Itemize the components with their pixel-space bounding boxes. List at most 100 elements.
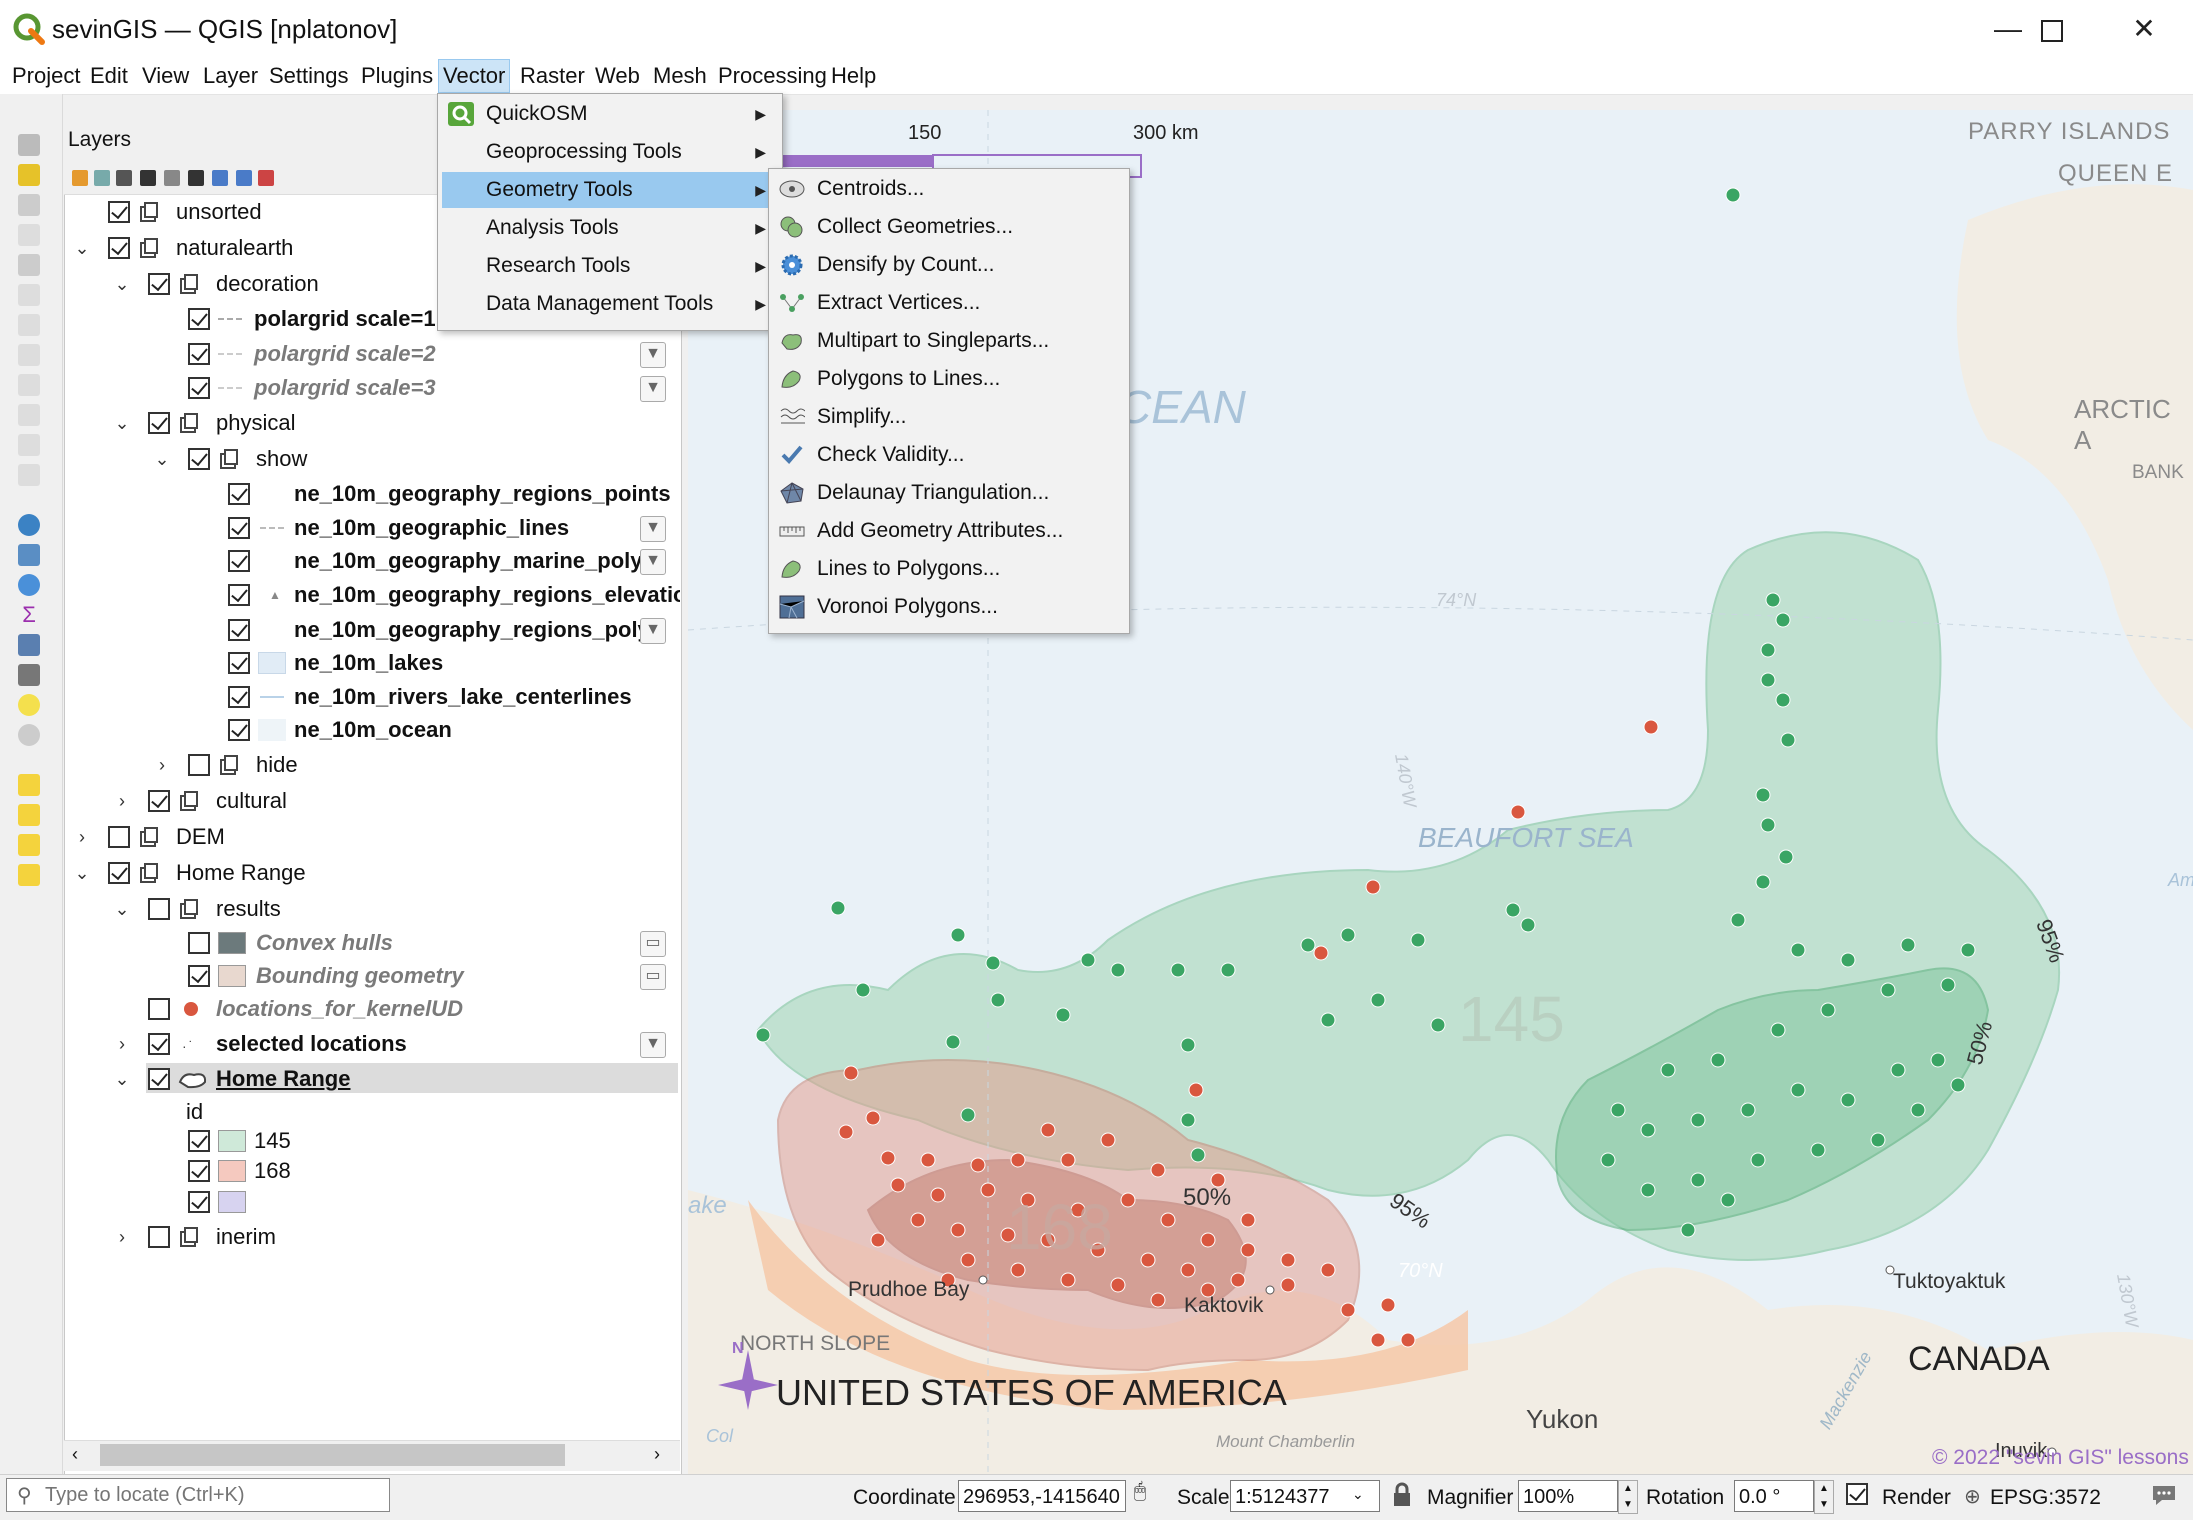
class-checkbox[interactable] [188,1160,210,1182]
zoom-tool-icon[interactable] [18,724,40,746]
layer-row-home-range-group[interactable]: ⌄ Home Range [64,858,680,888]
statistics-icon[interactable]: Σ [18,604,40,626]
menu-help[interactable]: Help [827,60,880,92]
lock-icon[interactable] [1392,1482,1412,1508]
menu-raster[interactable]: Raster [516,60,589,92]
memory-layer-icon[interactable]: ▭ [640,964,666,990]
layer-row-polargrid-2[interactable]: polargrid scale=2 ▼ [64,339,680,369]
modify-attributes-icon[interactable] [18,284,40,306]
undo-icon[interactable] [18,434,40,456]
render-checkbox[interactable] [1846,1483,1868,1505]
layer-checkbox[interactable] [228,584,250,606]
menu-mesh[interactable]: Mesh [649,60,711,92]
layer-checkbox[interactable] [228,719,250,741]
menu-item-geoprocessing[interactable]: Geoprocessing Tools ▶ [442,134,778,170]
layer-row-regions-polys[interactable]: ne_10m_geography_regions_polys [64,615,640,645]
menu-edit[interactable]: Edit [86,60,132,92]
layer-row-home-range[interactable]: ⌄ Home Range [64,1064,680,1094]
layer-checkbox[interactable] [228,483,250,505]
rotation-spinner[interactable]: ▲ ▼ [1814,1480,1834,1514]
menu-plugins[interactable]: Plugins [357,60,437,92]
chevron-right-icon[interactable]: › [112,1029,132,1059]
layer-checkbox[interactable] [188,308,210,330]
layer-row-show[interactable]: ⌄ show [64,444,680,474]
layer-row-selected-locations[interactable]: › ·˙ selected locations ▼ [64,1029,680,1059]
chevron-down-icon[interactable]: ⌄ [112,1064,132,1094]
chevron-right-icon[interactable]: › [112,786,132,816]
select-features-icon[interactable] [18,774,40,796]
layer-checkbox[interactable] [108,862,130,884]
chevron-down-icon[interactable]: ⌄ [72,858,92,888]
layer-checkbox[interactable] [148,412,170,434]
layer-checkbox[interactable] [188,377,210,399]
layer-row-elevation-points[interactable]: ▲ ne_10m_geography_regions_elevation_poi… [64,580,680,610]
menu-item-voronoi[interactable]: Voronoi Polygons... [773,589,1125,625]
menu-project[interactable]: Project [8,60,84,92]
menu-item-extract-vertices[interactable]: Extract Vertices... [773,285,1125,321]
mouse-coord-icon[interactable]: 🖱 [1134,1480,1162,1510]
rotation-field[interactable]: 0.0 ° [1734,1480,1814,1512]
layer-checkbox[interactable] [108,826,130,848]
magnifier-field[interactable]: 100% [1518,1480,1618,1512]
layer-row-ocean[interactable]: ne_10m_ocean [64,715,680,745]
locator-box[interactable]: ⚲ [6,1478,390,1512]
copy-features-icon[interactable] [18,374,40,396]
chevron-right-icon[interactable]: › [152,750,172,780]
select-by-value-icon[interactable] [18,804,40,826]
layer-row-marine-poly[interactable]: ne_10m_geography_marine_poly [64,546,640,576]
remove-layer-icon[interactable] [258,170,274,186]
menu-vector[interactable]: Vector [438,59,511,93]
layer-checkbox[interactable] [148,1226,170,1248]
menu-item-data-management[interactable]: Data Management Tools ▶ [442,286,778,322]
menu-item-simplify[interactable]: Simplify... [773,399,1125,435]
menu-processing[interactable]: Processing [714,60,831,92]
toggle-edit-icon[interactable] [18,164,40,186]
layer-checkbox[interactable] [148,1068,170,1090]
layer-row-hide[interactable]: › hide [64,750,680,780]
layer-checkbox[interactable] [148,998,170,1020]
filter-icon[interactable]: ▼ [640,1032,666,1058]
filter-icon[interactable]: ▼ [640,516,666,542]
add-feature-icon[interactable] [18,224,40,246]
deselect-icon[interactable] [18,834,40,856]
map-tips-icon[interactable] [18,694,40,716]
select-by-location-icon[interactable] [18,864,40,886]
memory-layer-icon[interactable]: ▭ [640,931,666,957]
layer-row-polargrid-3[interactable]: polargrid scale=3 ▼ [64,373,680,403]
locator-input[interactable] [43,1481,377,1509]
paste-features-icon[interactable] [18,404,40,426]
layer-checkbox[interactable] [108,201,130,223]
menu-item-check-validity[interactable]: Check Validity... [773,437,1125,473]
maximize-button[interactable] [2022,8,2082,50]
scroll-left-icon[interactable]: ‹ [72,1444,78,1465]
processing-toolbox-icon[interactable] [18,574,40,596]
coordinate-field[interactable]: 296953,-1415640 [958,1480,1126,1512]
layer-row-results[interactable]: ⌄ results [64,894,680,924]
menu-item-quickosm[interactable]: QuickOSM ▶ [442,96,778,132]
magnifier-spinner[interactable]: ▲ ▼ [1618,1480,1638,1514]
filter-legend-icon[interactable] [140,170,156,186]
filter-icon[interactable]: ▼ [640,549,666,575]
menu-item-add-geometry-attributes[interactable]: Add Geometry Attributes... [773,513,1125,549]
menu-settings[interactable]: Settings [265,60,353,92]
layer-row-physical[interactable]: ⌄ physical [64,408,680,438]
crs-label[interactable]: EPSG:3572 [1990,1486,2101,1510]
layer-checkbox[interactable] [188,448,210,470]
move-layer-icon[interactable] [236,170,252,186]
menu-item-geometry-tools[interactable]: Geometry Tools ▶ [442,172,778,208]
chevron-down-icon[interactable]: ⌄ [1352,1486,1364,1503]
collapse-all-icon[interactable] [212,170,228,186]
layer-row-bounding-geometry[interactable]: Bounding geometry ▭ [64,961,680,991]
open-table-icon[interactable] [18,634,40,656]
scroll-right-icon[interactable]: › [654,1444,660,1465]
menu-item-delaunay[interactable]: Delaunay Triangulation... [773,475,1125,511]
menu-layer[interactable]: Layer [199,60,262,92]
layer-checkbox[interactable] [148,1033,170,1055]
expand-all-icon[interactable] [188,170,204,186]
class-checkbox[interactable] [188,1191,210,1213]
menu-item-densify[interactable]: Densify by Count... [773,247,1125,283]
redo-icon[interactable] [18,464,40,486]
layer-checkbox[interactable] [228,652,250,674]
menu-item-collect-geometries[interactable]: Collect Geometries... [773,209,1125,245]
layer-row-lakes[interactable]: ne_10m_lakes [64,648,680,678]
